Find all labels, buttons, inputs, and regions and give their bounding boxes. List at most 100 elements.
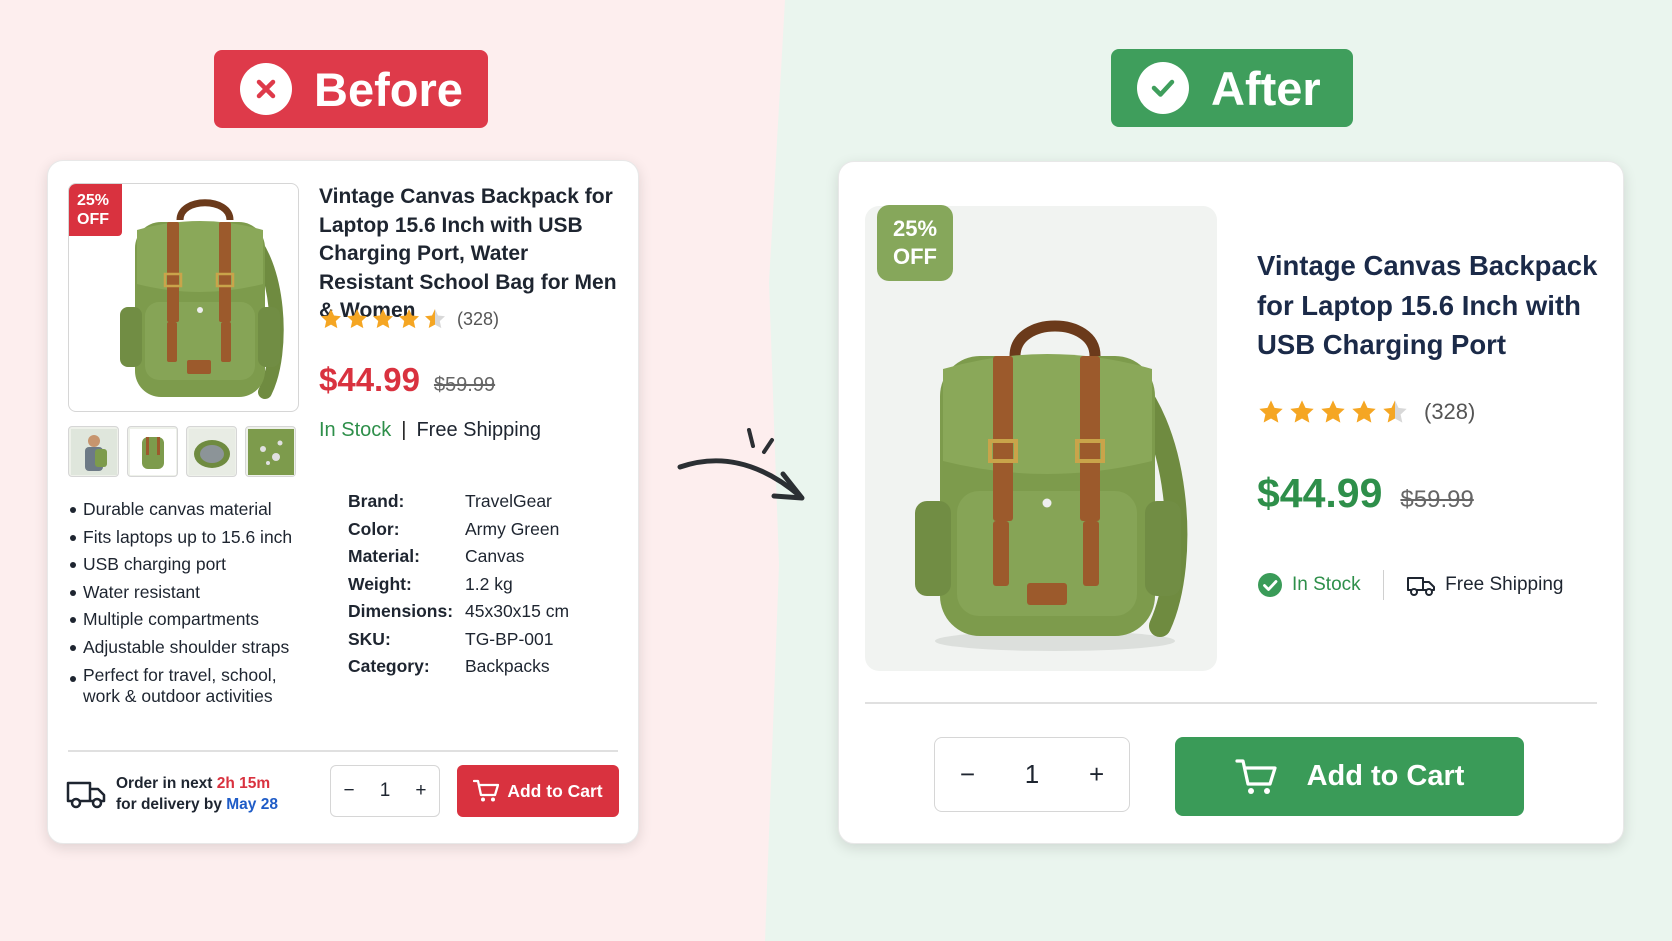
spec-value: TravelGear (465, 491, 552, 511)
spec-value: TG-BP-001 (465, 628, 554, 649)
availability: In Stock | Free Shipping (319, 419, 541, 442)
spec-key: Color: (348, 518, 400, 539)
add-to-cart-label: Add to Cart (507, 780, 603, 801)
product-title[interactable]: Vintage Canvas Backpack for Laptop 15.6 … (319, 183, 624, 326)
thumbnail-1[interactable] (68, 426, 119, 477)
cart-icon (1234, 758, 1277, 794)
spec-key: Brand: (348, 491, 405, 511)
thumbnail-2[interactable] (127, 426, 178, 477)
rating[interactable]: (328) (1257, 398, 1475, 426)
original-price: $59.99 (433, 374, 496, 396)
divider (68, 750, 618, 752)
increment-button[interactable]: + (415, 780, 426, 802)
quantity-stepper: − 1 + (934, 737, 1130, 812)
spec-row: Brand: TravelGear (348, 488, 569, 516)
feature-item: Multiple compartments (68, 606, 318, 634)
rating-count: (328) (457, 308, 500, 329)
delivery-by-text: for delivery by (116, 796, 227, 813)
separator: | (401, 419, 407, 441)
thumbnail-4[interactable] (245, 426, 296, 477)
spec-row: Category: Backpacks (348, 653, 569, 681)
feature-item: Adjustable shoulder straps (68, 634, 318, 662)
spec-value: 1.2 kg (465, 573, 513, 594)
feature-list: Durable canvas material Fits laptops up … (68, 496, 318, 707)
decrement-button[interactable]: − (344, 780, 355, 802)
feature-item: Water resistant (68, 579, 318, 607)
quantity-value[interactable]: 1 (380, 780, 391, 802)
thumbnail-3[interactable] (186, 426, 237, 477)
spec-key: Category: (348, 656, 430, 676)
truck-icon (1407, 577, 1436, 596)
spec-key: Dimensions: (348, 601, 454, 621)
feature-item: Durable canvas material (68, 496, 318, 524)
original-price: $59.99 (1400, 486, 1474, 513)
spec-row: SKU: TG-BP-001 (348, 626, 569, 654)
shipping-label: Free Shipping (1445, 574, 1564, 595)
feature-item: Perfect for travel, school, work & outdo… (68, 665, 318, 707)
spec-row: Weight: 1.2 kg (348, 571, 569, 599)
add-to-cart-button[interactable]: Add to Cart (1175, 737, 1524, 816)
separator (1382, 570, 1385, 600)
discount-badge: 25% OFF (877, 205, 953, 281)
shipping-label: Free Shipping (416, 419, 541, 441)
check-circle-icon (1258, 573, 1282, 597)
before-label-text: Before (314, 62, 463, 116)
spec-key: SKU: (348, 628, 391, 649)
price: $44.99 $59.99 (1257, 470, 1474, 517)
badge-percent: 25% (892, 216, 938, 241)
star-icon (347, 309, 367, 329)
spec-value: Backpacks (465, 656, 550, 676)
half-star-icon (1383, 400, 1407, 423)
feature-item: USB charging port (68, 551, 318, 579)
quantity-stepper: − 1 + (330, 765, 440, 817)
availability: In Stock Free Shipping (1257, 570, 1563, 600)
spec-row: Color: Army Green (348, 516, 569, 544)
backpack-image (915, 320, 1188, 651)
decrement-button[interactable]: − (960, 759, 975, 790)
check-circle-icon (1137, 62, 1189, 114)
spec-value: Canvas (465, 546, 525, 566)
divider (865, 702, 1597, 704)
add-to-cart-button[interactable]: Add to Cart (457, 765, 619, 817)
quantity-value[interactable]: 1 (1025, 759, 1039, 790)
spec-value: Army Green (465, 518, 560, 539)
badge-off: OFF (893, 244, 937, 269)
rating-count: (328) (1424, 399, 1476, 424)
product-image[interactable]: 25% OFF (68, 183, 299, 412)
stock-status: In Stock (319, 419, 392, 441)
stock-status: In Stock (1257, 572, 1361, 598)
x-circle-icon (240, 63, 292, 115)
star-icon (321, 309, 341, 329)
current-price: $44.99 (1257, 470, 1383, 516)
spec-row: Dimensions: 45x30x15 cm (348, 598, 569, 626)
spec-key: Weight: (348, 573, 412, 594)
cart-icon (473, 779, 500, 802)
increment-button[interactable]: + (1089, 759, 1104, 790)
star-icon (1321, 400, 1345, 423)
thumbnail-strip (68, 426, 296, 477)
rating[interactable]: (328) (319, 307, 499, 331)
feature-item: Fits laptops up to 15.6 inch (68, 524, 318, 552)
delivery-estimate: Order in next 2h 15m for delivery by May… (116, 773, 278, 815)
spec-row: Material: Canvas (348, 543, 569, 571)
spec-value: 45x30x15 cm (465, 601, 570, 621)
backpack-image (120, 199, 284, 399)
star-icon (399, 309, 419, 329)
half-star-icon (425, 309, 445, 329)
after-label: After (1111, 49, 1353, 127)
after-label-text: After (1211, 61, 1321, 115)
current-price: $44.99 (319, 361, 420, 398)
stock-label: In Stock (1292, 574, 1361, 595)
before-product-card: 25% OFF Vintage Canvas Backpack for Lapt… (47, 160, 639, 844)
after-product-card: 25% OFF Vintage Canvas Backpack for Lapt… (838, 161, 1624, 844)
star-icon (1290, 400, 1314, 423)
spec-key: Material: (348, 546, 420, 566)
truck-icon (66, 781, 106, 809)
product-title[interactable]: Vintage Canvas Backpack for Laptop 15.6 … (1257, 246, 1607, 365)
star-icon (1259, 400, 1283, 423)
add-to-cart-label: Add to Cart (1306, 760, 1465, 792)
star-icon (1352, 400, 1376, 423)
shipping-info: Free Shipping (1406, 573, 1563, 597)
star-icon (373, 309, 393, 329)
spec-table: Brand: TravelGear Color: Army Green Materi… (348, 488, 569, 681)
